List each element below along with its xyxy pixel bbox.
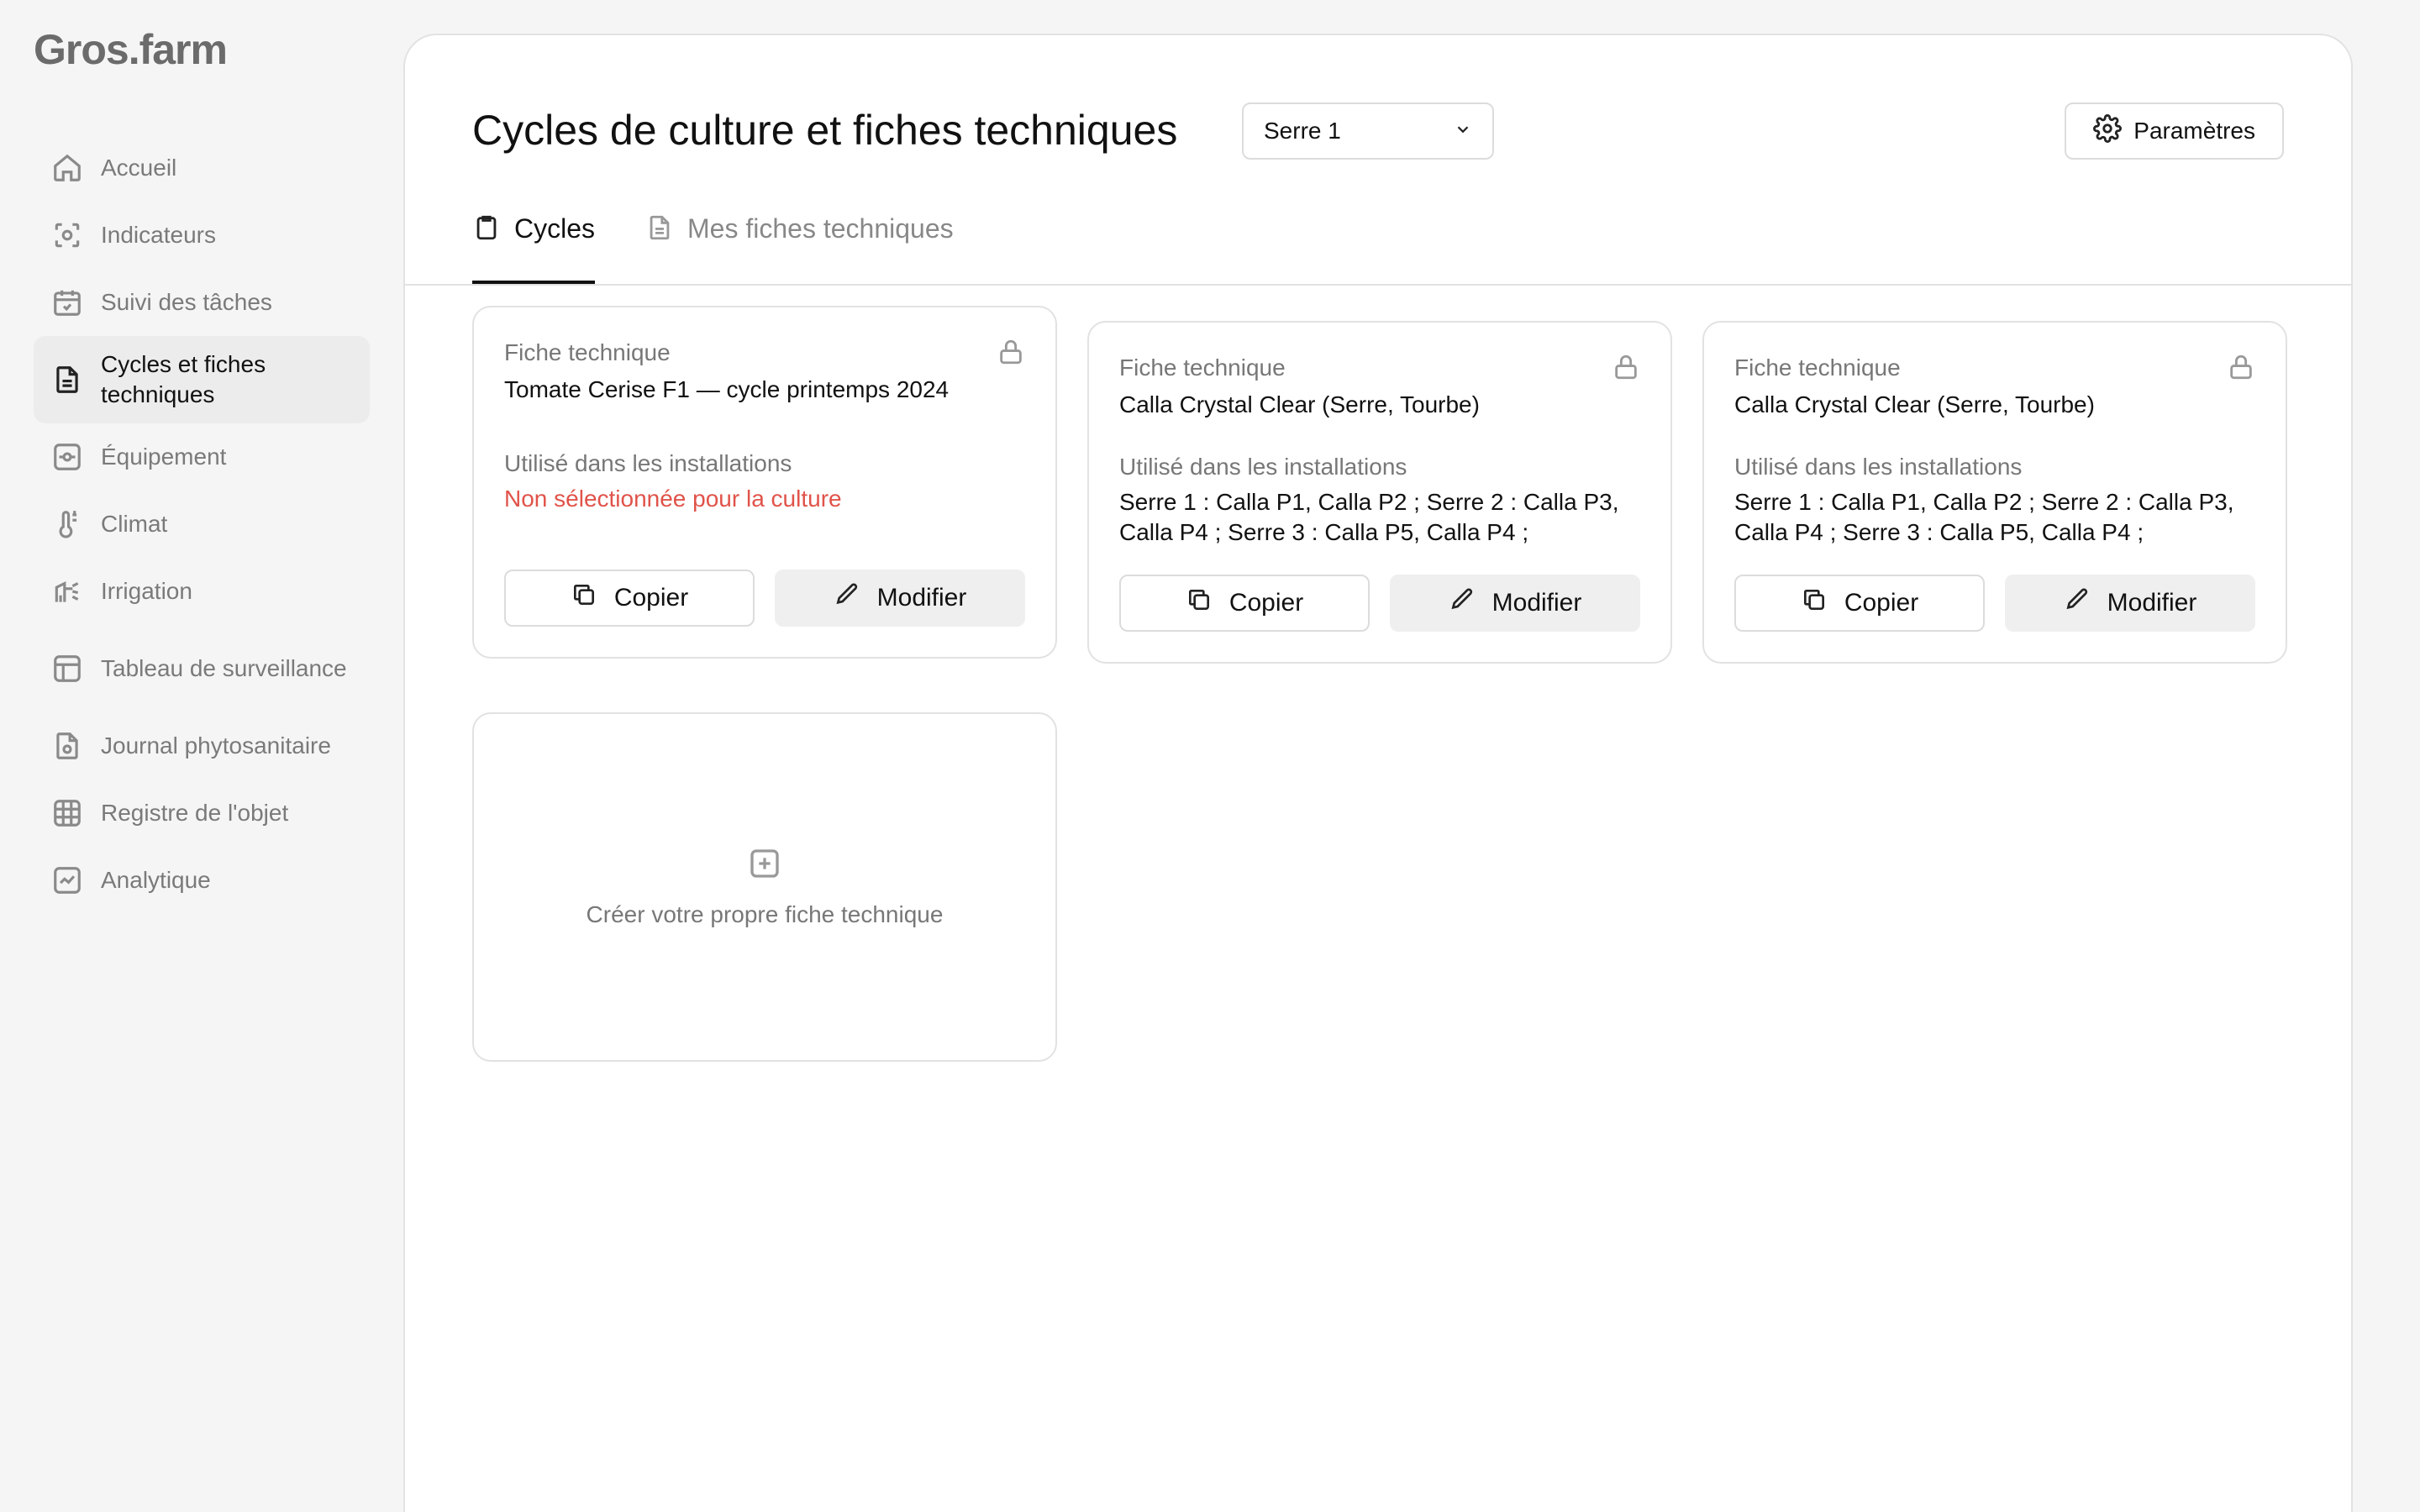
indicators-icon [50,218,84,252]
pencil-icon [1449,586,1476,620]
sidebar-item-label: Accueil [101,155,177,181]
home-icon [50,151,84,185]
journal-icon [50,729,84,763]
pencil-icon [2064,586,2091,620]
sidebar-item-accueil[interactable]: Accueil [34,134,370,202]
sidebar-item-label: Analytique [101,867,211,893]
fiche-card: Fiche technique Tomate Cerise F1 — cycle… [472,306,1057,659]
card-usage-value: Serre 1 : Calla P1, Calla P2 ; Serre 2 :… [1734,489,2234,545]
thermometer-icon [50,507,84,541]
table-icon [50,796,84,830]
equipment-icon [50,440,84,474]
edit-button[interactable]: Modifier [775,570,1025,627]
sidebar-item-indicateurs[interactable]: Indicateurs [34,202,370,269]
tab-label: Cycles [514,213,596,244]
create-fiche-card[interactable]: Créer votre propre fiche technique [472,712,1057,1062]
irrigation-icon [50,575,84,608]
edit-button[interactable]: Modifier [2005,575,2255,632]
settings-button[interactable]: Paramètres [2065,102,2284,160]
edit-button[interactable]: Modifier [1390,575,1640,632]
copy-button-label: Copier [1844,589,1919,617]
sidebar-item-label: Suivi des tâches [101,289,272,315]
edit-button-label: Modifier [876,584,967,612]
sidebar-item-equipement[interactable]: Équipement [34,423,370,491]
page-title: Cycles de culture et fiches techniques [472,107,1178,154]
card-usage-value: Serre 1 : Calla P1, Calla P2 ; Serre 2 :… [1119,489,1619,545]
document-icon [645,213,674,249]
app-logo[interactable]: Gros.farm [34,25,228,74]
card-usage-value: Non sélectionnée pour la culture [504,486,842,512]
fiche-card: Fiche technique Calla Crystal Clear (Ser… [1702,321,2287,664]
sidebar-item-analytique[interactable]: Analytique [34,847,370,914]
sidebar-item-label: Climat [101,511,168,537]
sidebar-item-suivi-taches[interactable]: Suivi des tâches [34,269,370,336]
sidebar-item-label: Journal phytosanitaire [101,732,331,759]
greenhouse-select-value: Serre 1 [1264,118,1341,144]
settings-button-label: Paramètres [2133,118,2255,144]
analytics-icon [50,864,84,897]
sidebar-item-label: Irrigation [101,578,192,604]
plus-square-icon [748,847,781,885]
sidebar-item-label: Cycles et fiches techniques [101,351,266,407]
fiche-card: Fiche technique Calla Crystal Clear (Ser… [1087,321,1672,664]
card-label: Fiche technique [1734,354,1901,381]
calendar-check-icon [50,286,84,319]
sidebar-item-label: Équipement [101,444,227,470]
copy-button[interactable]: Copier [504,570,755,627]
card-usage-label: Utilisé dans les installations [504,450,792,476]
create-fiche-label: Créer votre propre fiche technique [586,900,944,927]
card-name: Tomate Cerise F1 — cycle printemps 2024 [504,376,950,402]
tab-mes-fiches-techniques[interactable]: Mes fiches techniques [645,213,954,284]
gear-icon [2093,113,2123,149]
greenhouse-select[interactable]: Serre 1 [1242,102,1494,160]
tab-label: Mes fiches techniques [687,213,954,244]
edit-button-label: Modifier [1491,589,1582,617]
card-label: Fiche technique [1119,354,1286,381]
copy-button-label: Copier [613,584,689,612]
card-usage-label: Utilisé dans les installations [1734,454,2023,480]
sidebar-item-tableau-surveillance[interactable]: Tableau de surveillance [34,625,370,712]
tab-bar: Cycles Mes fiches techniques [405,195,2351,286]
card-name: Calla Crystal Clear (Serre, Tourbe) [1734,391,2095,417]
card-name: Calla Crystal Clear (Serre, Tourbe) [1119,391,1480,417]
copy-icon [1186,586,1213,620]
sidebar-item-irrigation[interactable]: Irrigation [34,558,370,625]
tab-cycles[interactable]: Cycles [472,213,596,284]
copy-button[interactable]: Copier [1734,575,1985,632]
sidebar-item-journal-phytosanitaire[interactable]: Journal phytosanitaire [34,712,370,780]
sidebar-item-climat[interactable]: Climat [34,491,370,558]
copy-button-label: Copier [1228,589,1304,617]
edit-button-label: Modifier [2107,589,2197,617]
copy-icon [1801,586,1828,620]
sidebar-nav: Accueil Indicateurs Suivi des tâches Cyc… [34,134,370,914]
pencil-icon [834,581,860,615]
card-label: Fiche technique [504,339,671,365]
copy-button[interactable]: Copier [1119,575,1370,632]
sidebar-item-label: Indicateurs [101,222,216,248]
grid-icon [50,652,84,685]
sidebar-item-cycles[interactable]: Cycles et fiches techniques [34,336,370,423]
lock-icon [997,338,1025,366]
card-usage-label: Utilisé dans les installations [1119,454,1407,480]
chevron-down-icon [1454,118,1472,144]
lock-icon [1612,353,1640,381]
sidebar-item-label: Tableau de surveillance [101,655,347,681]
sidebar-item-registre-objet[interactable]: Registre de l'objet [34,780,370,847]
clipboard-icon [472,213,501,249]
copy-icon [571,581,597,615]
sidebar-item-label: Registre de l'objet [101,800,289,826]
document-icon [50,363,84,396]
main-panel: Cycles de culture et fiches techniques S… [403,34,2353,1512]
lock-icon [2227,353,2255,381]
